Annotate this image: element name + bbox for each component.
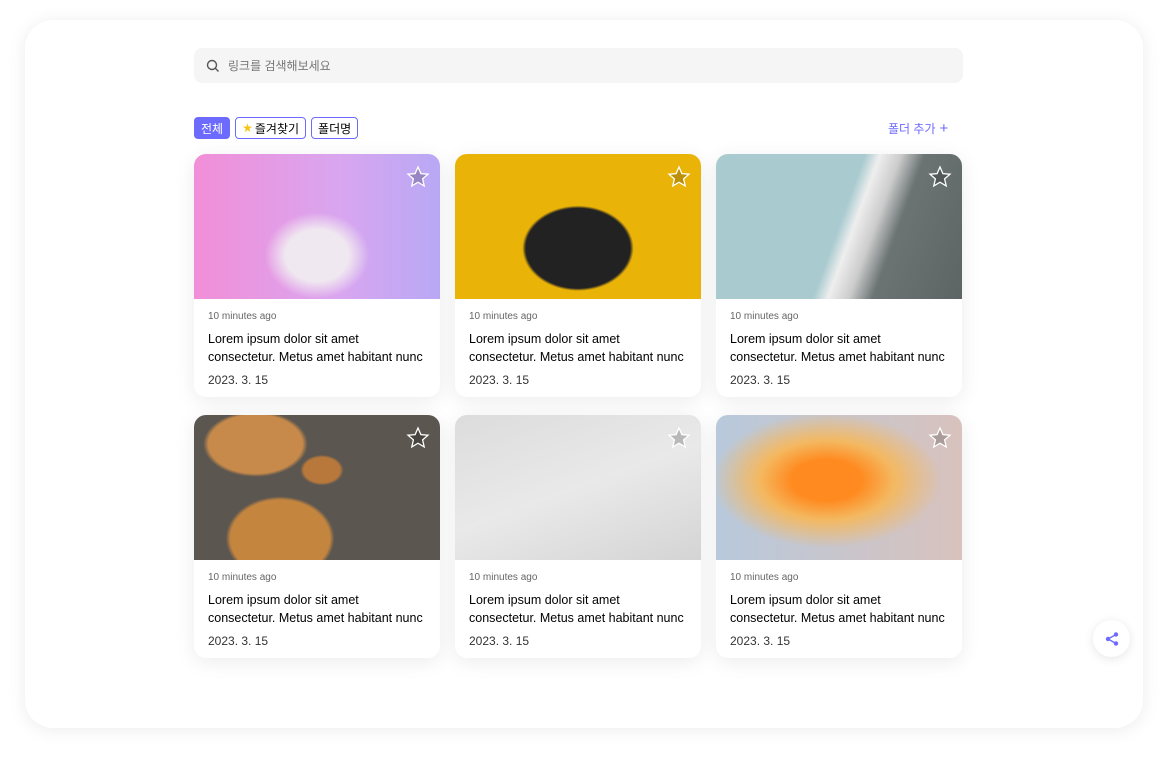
link-card[interactable]: 10 minutes ago Lorem ipsum dolor sit ame… (194, 415, 440, 658)
search-bar[interactable] (194, 48, 963, 83)
folder-chip-favorites[interactable]: ★ 즐겨찾기 (235, 117, 307, 139)
add-folder-button[interactable]: 폴더 추가 + (888, 120, 948, 137)
star-icon[interactable] (406, 165, 430, 189)
link-card[interactable]: 10 minutes ago Lorem ipsum dolor sit ame… (455, 415, 701, 658)
star-icon: ★ (242, 121, 253, 135)
card-description: Lorem ipsum dolor sit amet consectetur. … (469, 332, 684, 364)
card-date: 2023. 3. 15 (208, 373, 269, 387)
card-thumbnail (455, 154, 701, 299)
card-thumbnail (716, 154, 962, 299)
card-time-ago: 10 minutes ago (730, 572, 799, 583)
link-card[interactable]: 10 minutes ago Lorem ipsum dolor sit ame… (194, 154, 440, 397)
card-date: 2023. 3. 15 (469, 634, 530, 648)
card-description: Lorem ipsum dolor sit amet consectetur. … (208, 593, 423, 625)
search-input[interactable] (228, 58, 828, 73)
card-date: 2023. 3. 15 (469, 373, 530, 387)
star-icon[interactable] (928, 426, 952, 450)
plus-icon: + (939, 120, 949, 137)
folder-list: 전체 ★ 즐겨찾기 폴더명 (194, 117, 359, 139)
link-card[interactable]: 10 minutes ago Lorem ipsum dolor sit ame… (716, 415, 962, 658)
card-description: Lorem ipsum dolor sit amet consectetur. … (208, 332, 423, 364)
card-thumbnail (716, 415, 962, 560)
star-icon[interactable] (667, 165, 691, 189)
card-time-ago: 10 minutes ago (469, 572, 538, 583)
card-thumbnail (455, 415, 701, 560)
share-icon (1105, 631, 1118, 646)
folder-label: 폴더명 (318, 121, 352, 136)
card-date: 2023. 3. 15 (730, 634, 791, 648)
card-time-ago: 10 minutes ago (730, 311, 799, 322)
star-icon[interactable] (928, 165, 952, 189)
add-folder-label: 폴더 추가 (888, 122, 936, 136)
card-description: Lorem ipsum dolor sit amet consectetur. … (469, 593, 684, 625)
card-thumbnail (194, 415, 440, 560)
card-time-ago: 10 minutes ago (208, 572, 277, 583)
card-date: 2023. 3. 15 (208, 634, 269, 648)
card-date: 2023. 3. 15 (730, 373, 791, 387)
star-icon[interactable] (406, 426, 430, 450)
card-time-ago: 10 minutes ago (208, 311, 277, 322)
star-icon[interactable] (667, 426, 691, 450)
link-card-grid: 10 minutes ago Lorem ipsum dolor sit ame… (194, 154, 962, 658)
search-icon (206, 59, 219, 72)
folder-chip-all[interactable]: 전체 (194, 117, 231, 139)
folder-chip-folder[interactable]: 폴더명 (311, 117, 359, 139)
link-card[interactable]: 10 minutes ago Lorem ipsum dolor sit ame… (716, 154, 962, 397)
folder-label: 전체 (201, 121, 224, 136)
card-time-ago: 10 minutes ago (469, 311, 538, 322)
link-card[interactable]: 10 minutes ago Lorem ipsum dolor sit ame… (455, 154, 701, 397)
card-thumbnail (194, 154, 440, 299)
share-button[interactable] (1093, 620, 1130, 657)
folder-label: 즐겨찾기 (254, 121, 300, 136)
card-description: Lorem ipsum dolor sit amet consectetur. … (730, 332, 945, 364)
card-description: Lorem ipsum dolor sit amet consectetur. … (730, 593, 945, 625)
